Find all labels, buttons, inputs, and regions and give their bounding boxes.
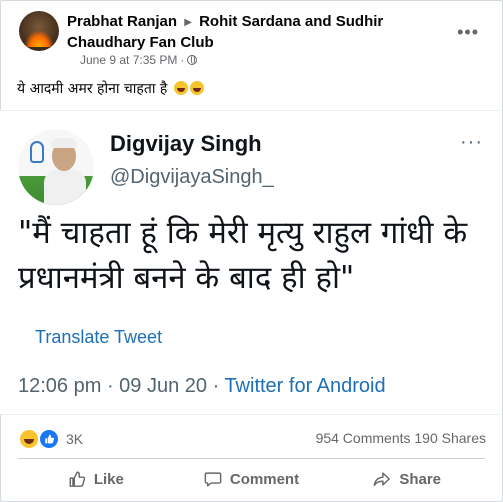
author-name[interactable]: Prabhat Ranjan: [67, 13, 177, 30]
post-caption: ये आदमी अमर होना चाहता है: [17, 79, 204, 98]
comment-icon: [204, 472, 222, 487]
comments-count[interactable]: 954 Comments: [316, 430, 411, 446]
translate-tweet-link: Translate Tweet: [35, 327, 163, 347]
tweet-handle: @DigvijayaSingh_: [110, 166, 274, 188]
globe-icon: [187, 55, 198, 65]
rofl-emoji-icon: [189, 81, 204, 95]
avatar-hair: [51, 138, 77, 148]
reaction-count: 3K: [66, 431, 84, 447]
post-actions: Like Comment Share: [18, 462, 485, 496]
share-button[interactable]: Share: [329, 462, 485, 496]
tweet-avatar: [18, 129, 94, 205]
author-avatar[interactable]: [19, 11, 59, 51]
comment-label: Comment: [229, 470, 300, 488]
tweet-source: Twitter for Android: [224, 375, 386, 397]
avatar-body: [44, 169, 86, 205]
share-label: Share: [399, 470, 442, 488]
tweet-author-name: Digvijay Singh: [110, 131, 262, 156]
tweet-screenshot[interactable]: Digvijay Singh @DigvijayaSingh_ ··· "मैं…: [0, 110, 501, 415]
tweet-text: "मैं चाहता हूं कि मेरी मृत्यु राहुल गांध…: [18, 215, 468, 296]
shares-count[interactable]: 190 Shares: [414, 430, 486, 446]
post-header: Prabhat Ranjan ▶ Rohit Sardana and Sudhi…: [67, 12, 447, 53]
tweet-time: 12:06 pm · 09 Jun 20 ·: [18, 375, 225, 397]
avatar-flame-graphic: [25, 31, 53, 47]
engagement-stats: 954 Comments 190 Shares: [316, 430, 486, 446]
like-reaction-icon: [38, 428, 60, 450]
congress-hand-icon: [30, 141, 44, 163]
post-meta: June 9 at 7:35 PM ·: [80, 53, 198, 67]
thumbs-up-icon: [69, 471, 85, 487]
like-button[interactable]: Like: [18, 462, 174, 496]
haha-reaction-icon: [18, 428, 40, 450]
actions-divider: [18, 458, 485, 459]
more-options-button[interactable]: •••: [457, 22, 479, 43]
caret-right-icon: ▶: [184, 17, 192, 28]
share-arrow-icon: [373, 472, 391, 487]
comment-button[interactable]: Comment: [174, 462, 330, 496]
reaction-summary[interactable]: 3K: [18, 428, 83, 450]
post-timestamp[interactable]: June 9 at 7:35 PM: [80, 53, 177, 67]
tweet-footer: 12:06 pm · 09 Jun 20 · Twitter for Andro…: [18, 375, 386, 398]
tweet-more-icon: ···: [460, 131, 483, 153]
caption-text: ये आदमी अमर होना चाहता है: [17, 81, 168, 97]
like-label: Like: [93, 470, 124, 488]
laughing-emoji-icon: [173, 81, 188, 95]
meta-separator: ·: [180, 53, 185, 67]
